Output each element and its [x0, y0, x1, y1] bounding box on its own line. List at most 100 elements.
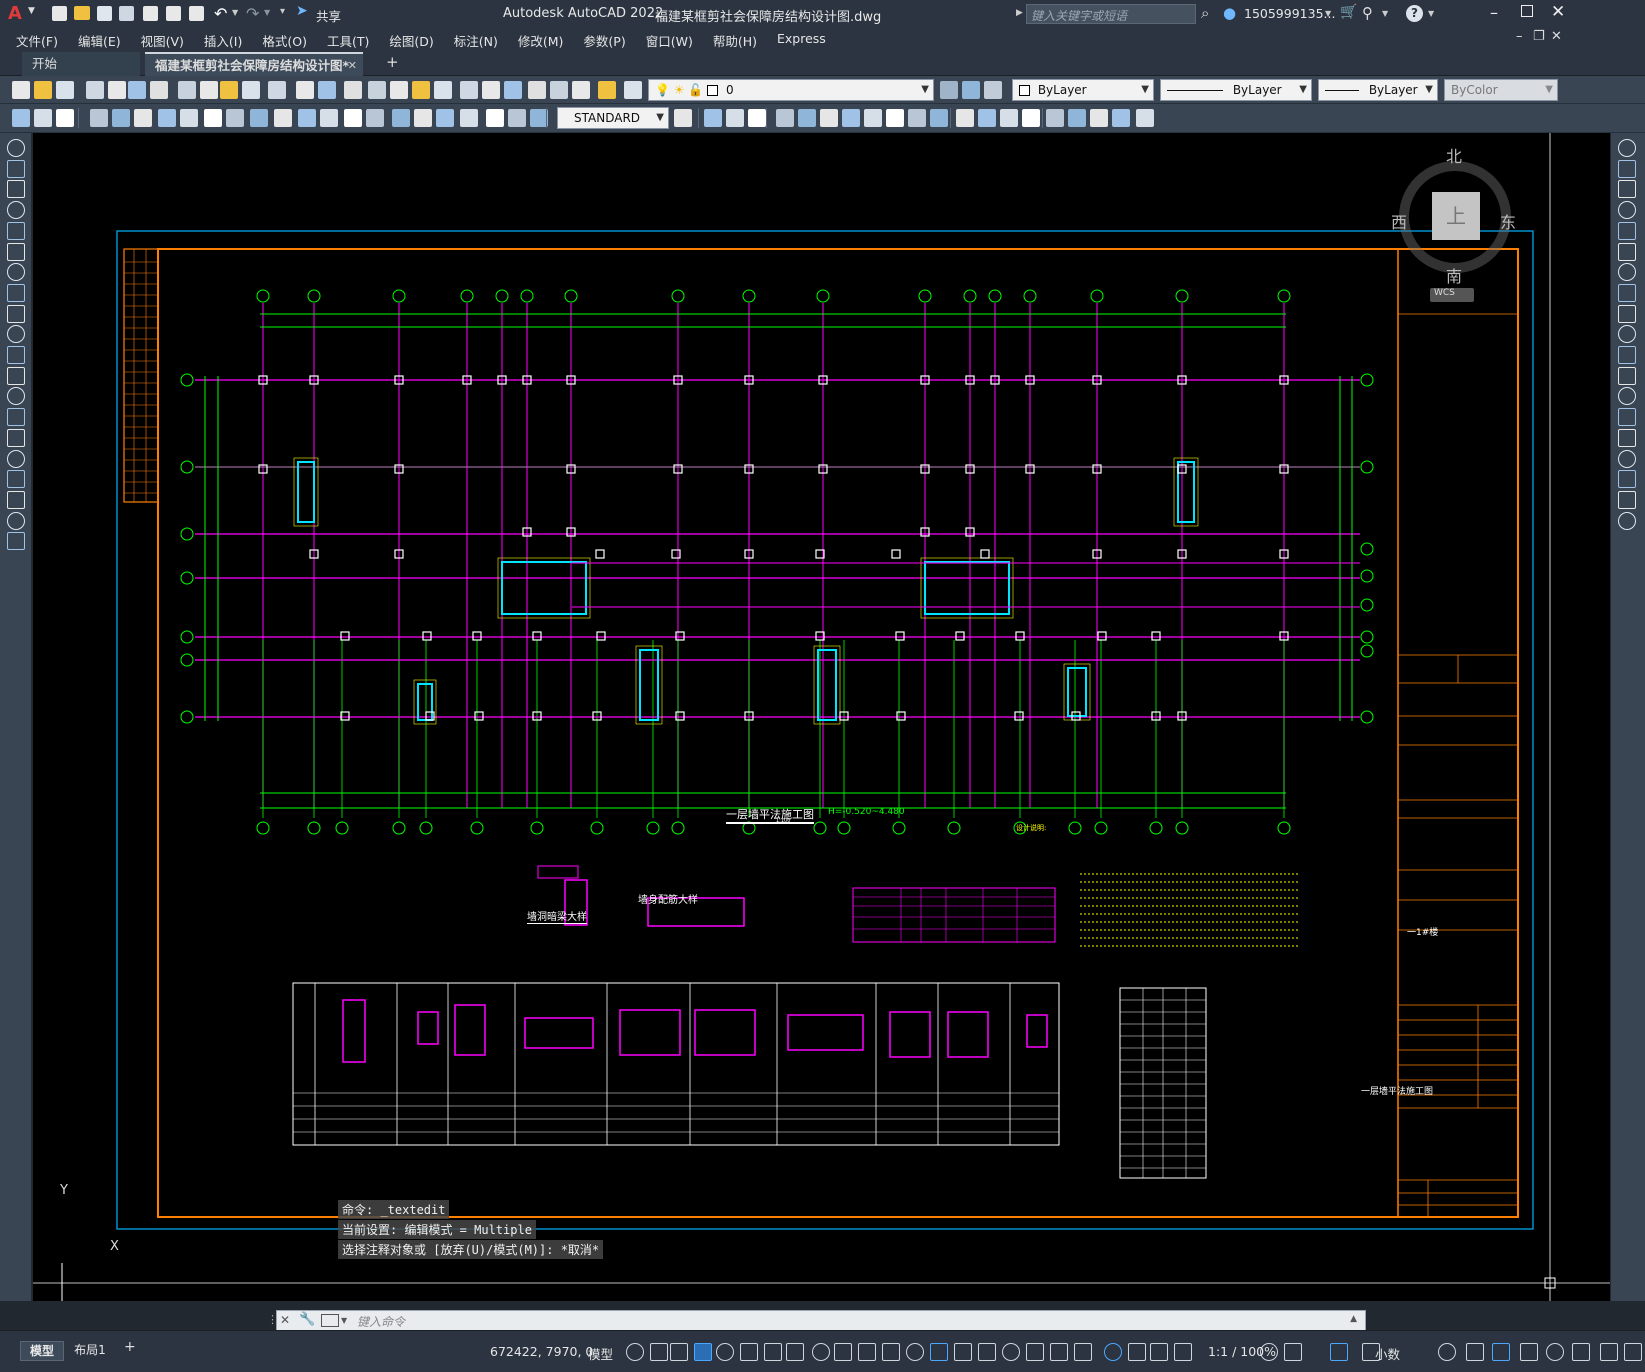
command-input[interactable]: 键入命令 [353, 1312, 1353, 1330]
viewcube[interactable]: 上 北 南 西 东 [1391, 147, 1516, 294]
layer-dropdown-icon[interactable]: ▼ [921, 80, 929, 100]
dim-tool-icon-39[interactable] [1046, 109, 1064, 127]
draw-tool-icon-11[interactable] [7, 366, 25, 385]
lineweight-dropdown-icon[interactable]: ▼ [1425, 80, 1433, 100]
standard-tool-icon-3[interactable] [86, 81, 104, 99]
modify-tool-icon-9[interactable] [1618, 325, 1636, 344]
modify-tool-icon-5[interactable] [1618, 242, 1636, 261]
share-button[interactable]: 共享 [316, 6, 341, 25]
dim-tool-icon-20[interactable] [486, 109, 504, 127]
draw-tool-icon-14[interactable] [7, 428, 25, 447]
modify-tool-icon-16[interactable] [1618, 470, 1636, 489]
dim-tool-icon-36[interactable] [978, 109, 996, 127]
status-toggle-icon-1[interactable] [650, 1343, 668, 1361]
search-input[interactable]: 键入关键字或短语 [1026, 4, 1196, 24]
dim-tool-icon-40[interactable] [1068, 109, 1086, 127]
user-name[interactable]: 1505999135... [1244, 6, 1335, 21]
dim-tool-icon-9[interactable] [226, 109, 244, 127]
dim-tool-icon-12[interactable] [298, 109, 316, 127]
dim-tool-icon-43[interactable] [1136, 109, 1154, 127]
draw-tool-icon-12[interactable] [7, 387, 25, 406]
standard-tool-icon-16[interactable] [390, 81, 408, 99]
dim-tool-icon-23[interactable] [674, 109, 692, 127]
standard-tool-icon-26[interactable] [624, 81, 642, 99]
cart-icon[interactable]: 🛒 [1340, 4, 1357, 20]
new-tab-button[interactable]: + [386, 53, 399, 71]
tab-start[interactable]: 开始 [22, 52, 140, 76]
annotation-scale[interactable]: 1:1 / 100% [1208, 1344, 1276, 1359]
draw-tool-icon-4[interactable] [7, 221, 25, 240]
standard-tool-icon-12[interactable] [296, 81, 314, 99]
menu-item-2[interactable]: 视图(V) [131, 31, 194, 50]
dim-tool-icon-7[interactable] [180, 109, 198, 127]
user-icon[interactable]: ● [1223, 4, 1236, 22]
dim-tool-icon-24[interactable] [704, 109, 722, 127]
menu-item-4[interactable]: 格式(O) [252, 31, 317, 50]
draw-tool-icon-19[interactable] [7, 532, 25, 551]
status-toggle-icon-21[interactable] [1128, 1343, 1146, 1361]
command-grip-icon[interactable]: ⋮ [267, 1313, 278, 1326]
drawing-canvas[interactable]: 一层墙平法施工图 H=-0.520~4.480 1:100 墙洞暗梁大样 墙身配… [33, 133, 1610, 1301]
dim-tool-icon-17[interactable] [414, 109, 432, 127]
dim-tool-icon-2[interactable] [56, 109, 74, 127]
menu-item-3[interactable]: 插入(I) [194, 31, 252, 50]
modify-tool-icon-3[interactable] [1618, 201, 1636, 220]
status-toggle-icon-7[interactable] [786, 1343, 804, 1361]
status-toggle-icon-0[interactable] [626, 1343, 644, 1361]
status-toggle-icon-13[interactable] [930, 1343, 948, 1361]
draw-tool-icon-10[interactable] [7, 346, 25, 364]
menu-item-0[interactable]: 文件(F) [6, 31, 68, 50]
draw-tool-icon-0[interactable] [7, 139, 25, 157]
undo-icon[interactable]: ↶ [214, 4, 227, 23]
dim-tool-icon-5[interactable] [134, 109, 152, 127]
menu-item-6[interactable]: 绘图(D) [379, 31, 443, 50]
dim-tool-icon-38[interactable] [1022, 109, 1040, 127]
standard-tool-icon-22[interactable] [528, 81, 546, 99]
standard-tool-icon-15[interactable] [368, 81, 386, 99]
dim-tool-icon-0[interactable] [12, 109, 30, 127]
dim-tool-icon-32[interactable] [886, 109, 904, 127]
open-file-icon[interactable] [74, 6, 90, 20]
status-toggle-icon-33[interactable] [1572, 1343, 1590, 1361]
standard-tool-icon-5[interactable] [128, 81, 146, 99]
dim-tool-icon-1[interactable] [34, 109, 52, 127]
status-toggle-icon-23[interactable] [1174, 1343, 1192, 1361]
draw-tool-icon-16[interactable] [7, 470, 25, 489]
search-icon[interactable]: ⌕ [1201, 4, 1209, 22]
standard-tool-icon-6[interactable] [150, 81, 168, 99]
redo-icon[interactable]: ↷ [246, 4, 259, 23]
status-toggle-icon-28[interactable] [1438, 1343, 1456, 1361]
tab-close-icon[interactable]: ✕ [348, 54, 357, 78]
dim-tool-icon-15[interactable] [366, 109, 384, 127]
standard-tool-icon-7[interactable] [178, 81, 196, 99]
dim-tool-icon-10[interactable] [250, 109, 268, 127]
menu-item-5[interactable]: 工具(T) [317, 31, 379, 50]
status-toggle-icon-17[interactable] [1026, 1343, 1044, 1361]
modify-tool-icon-8[interactable] [1618, 304, 1636, 323]
customize-qat-icon[interactable]: ▾ [280, 6, 285, 17]
modify-tool-icon-10[interactable] [1618, 346, 1636, 364]
status-toggle-icon-8[interactable] [812, 1343, 830, 1361]
status-toggle-icon-25[interactable] [1284, 1343, 1302, 1361]
status-toggle-icon-22[interactable] [1150, 1343, 1168, 1361]
layout-tab-model[interactable]: 模型 [20, 1341, 64, 1361]
status-toggle-icon-34[interactable] [1600, 1343, 1618, 1361]
text-style-dropdown-icon[interactable]: ▼ [656, 108, 664, 128]
standard-tool-icon-23[interactable] [550, 81, 568, 99]
command-recent-icon[interactable] [321, 1314, 339, 1327]
minimize-icon[interactable]: – [1490, 3, 1498, 22]
draw-tool-icon-3[interactable] [7, 201, 25, 220]
status-toggle-icon-29[interactable] [1466, 1343, 1484, 1361]
standard-tool-icon-17[interactable] [412, 81, 430, 99]
viewcube-east[interactable]: 东 [1500, 209, 1516, 233]
menu-item-7[interactable]: 标注(N) [444, 31, 508, 50]
units-value[interactable]: 小数 [1375, 1344, 1400, 1363]
linetype-dropdown-icon[interactable]: ▼ [1299, 80, 1307, 100]
viewcube-south[interactable]: 南 [1446, 263, 1462, 287]
dim-tool-icon-26[interactable] [748, 109, 766, 127]
dim-tool-icon-28[interactable] [798, 109, 816, 127]
menu-item-1[interactable]: 编辑(E) [68, 31, 131, 50]
status-toggle-icon-12[interactable] [906, 1343, 924, 1361]
dim-tool-icon-6[interactable] [158, 109, 176, 127]
standard-tool-icon-21[interactable] [504, 81, 522, 99]
